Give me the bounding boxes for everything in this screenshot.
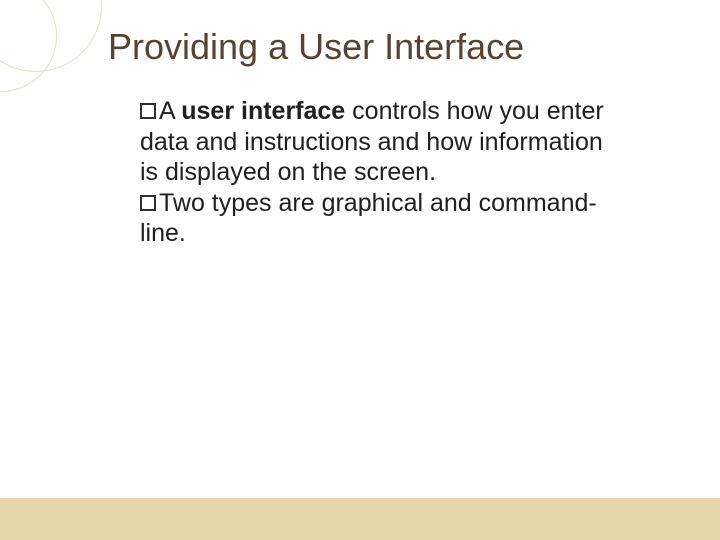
bottom-band: [0, 498, 720, 540]
corner-decoration: [0, 0, 120, 120]
bullet-item: A user interface controls how you enter …: [140, 96, 620, 188]
bullet-square-icon: [140, 103, 156, 119]
bullet-lead: Two types are graphical and command-line…: [140, 189, 597, 248]
bullet-lead: A: [159, 97, 181, 125]
slide: Providing a User Interface A user interf…: [0, 0, 720, 540]
slide-body: A user interface controls how you enter …: [140, 96, 620, 249]
bullet-bold: user interface: [181, 97, 345, 125]
bullet-square-icon: [140, 195, 156, 211]
slide-title: Providing a User Interface: [108, 26, 524, 68]
bullet-item: Two types are graphical and command-line…: [140, 188, 620, 249]
